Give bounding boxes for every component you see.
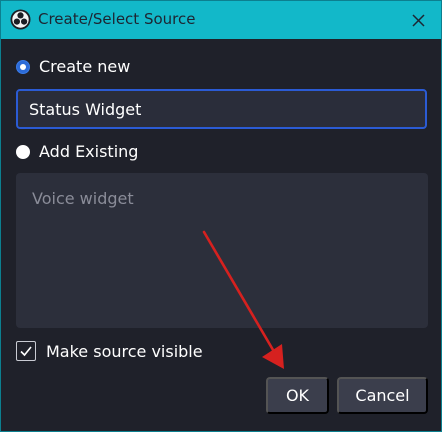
- add-existing-radio[interactable]: [16, 144, 30, 159]
- create-new-radio[interactable]: [16, 59, 30, 74]
- window-title: Create/Select Source: [38, 10, 196, 28]
- title-bar: Create/Select Source: [1, 1, 441, 39]
- dialog-window: Create/Select Source Create new Add Exis…: [0, 0, 442, 432]
- source-name-input[interactable]: [16, 89, 427, 129]
- add-existing-label: Add Existing: [39, 142, 139, 161]
- make-visible-label: Make source visible: [46, 341, 203, 361]
- create-new-option[interactable]: Create new: [16, 57, 130, 76]
- cancel-button[interactable]: Cancel: [337, 377, 428, 414]
- create-new-label: Create new: [39, 57, 131, 76]
- checkmark-icon: [20, 346, 32, 357]
- ok-button[interactable]: OK: [266, 377, 329, 414]
- close-button[interactable]: [403, 7, 433, 33]
- make-visible-option[interactable]: Make source visible: [16, 341, 203, 361]
- make-visible-checkbox[interactable]: [16, 341, 36, 361]
- add-existing-option[interactable]: Add Existing: [16, 142, 138, 161]
- existing-source-item[interactable]: Voice widget: [32, 189, 134, 208]
- obs-logo-icon: [10, 9, 31, 30]
- existing-sources-list[interactable]: Voice widget: [16, 173, 428, 328]
- close-icon: [411, 13, 425, 27]
